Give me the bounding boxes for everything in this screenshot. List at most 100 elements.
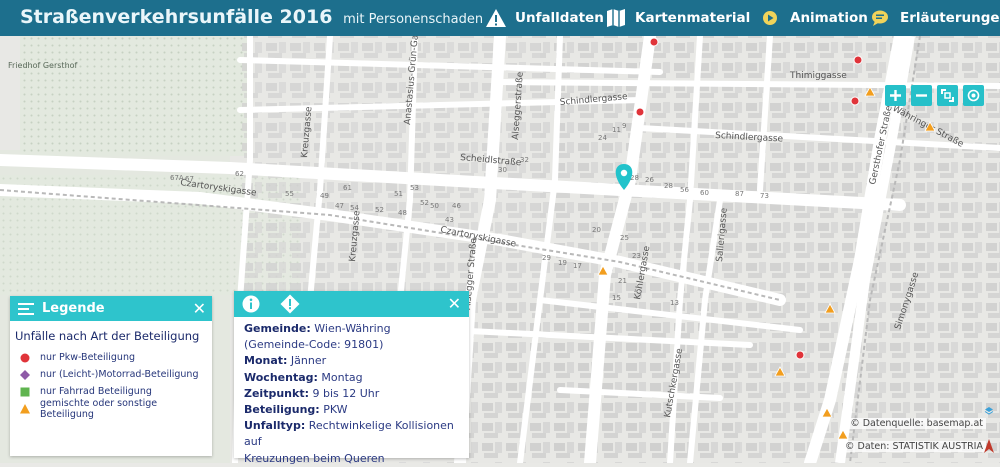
legend-item-label: gemischte oder sonstige Beteiligung	[40, 397, 158, 420]
speech-bubble-icon	[872, 10, 888, 26]
attribution-data[interactable]: © Daten: STATISTIK AUSTRIA	[841, 441, 986, 452]
accident-marker-pkw	[853, 55, 863, 65]
app-title-main: Straßenverkehrsunfälle 2016	[20, 6, 333, 28]
accident-marker-pkw	[795, 350, 805, 360]
pkw-circle-icon	[20, 353, 30, 363]
legend-header: Legende ✕	[10, 296, 212, 321]
plus-icon	[890, 90, 901, 101]
house-number: 11	[612, 126, 621, 134]
house-number: 53	[410, 184, 419, 192]
locate-icon	[967, 89, 980, 102]
house-number: 17	[573, 262, 582, 270]
cemetery-area	[20, 36, 250, 156]
house-number: 28	[664, 182, 673, 190]
info-row-beteiligung: Beteiligung: PKW	[244, 403, 348, 417]
fullscreen-icon	[941, 89, 954, 102]
house-number: 60	[700, 189, 709, 197]
fullscreen-button[interactable]	[937, 85, 958, 106]
nav-unfalldaten[interactable]: Unfalldaten	[485, 6, 604, 30]
house-number: 29	[542, 254, 551, 262]
house-number: 52	[375, 206, 384, 214]
warning-icon	[486, 9, 506, 27]
north-arrow-icon	[984, 439, 994, 453]
accident-marker-pkw	[635, 107, 645, 117]
place-label: Friedhof Gersthof	[8, 61, 78, 70]
house-number: 21	[618, 277, 627, 285]
locate-button[interactable]	[963, 85, 984, 106]
legend-list: nur Pkw-Beteiligung nur (Leicht-)Motorra…	[10, 349, 212, 420]
motorrad-diamond-icon	[20, 369, 30, 380]
nav-kartenmaterial[interactable]: Kartenmaterial	[605, 6, 750, 30]
app-title-subtitle: mit Personenschaden	[343, 12, 484, 27]
house-number: 20	[592, 226, 601, 234]
house-number: 50	[430, 202, 439, 210]
info-icon[interactable]	[242, 295, 260, 313]
house-number: 13	[670, 299, 679, 307]
mixed-triangle-icon	[20, 403, 30, 414]
nav-animation[interactable]: Animation	[762, 6, 868, 30]
top-bar: Straßenverkehrsunfälle 2016 mit Personen…	[0, 0, 1000, 36]
house-number: 52	[420, 199, 429, 207]
info-row-unfalltyp-cont: Kreuzungen beim Queren	[244, 451, 385, 465]
house-number: 67A	[170, 174, 184, 182]
legend-item-label: nur Pkw-Beteiligung	[40, 352, 136, 363]
house-number: 51	[394, 190, 403, 198]
house-number: 26	[645, 176, 654, 184]
nav-label: Animation	[790, 10, 868, 26]
legend-title: Legende	[42, 301, 105, 316]
house-number: 61	[343, 184, 352, 192]
house-number: 55	[285, 190, 294, 198]
legend-panel: Legende ✕ Unfälle nach Art der Beteiligu…	[10, 296, 212, 456]
list-icon	[18, 302, 34, 315]
info-close-button[interactable]: ✕	[448, 294, 461, 313]
info-row-gemeinde: Gemeinde: Wien-Währing	[244, 322, 391, 335]
attribution-basemap[interactable]: © Datenquelle: basemap.at	[847, 418, 986, 429]
layers-icon[interactable]	[984, 406, 994, 416]
warning-diamond-icon[interactable]	[280, 294, 300, 314]
nav-label: Unfalldaten	[515, 10, 604, 26]
accident-info-popup: ✕ Gemeinde: Wien-Währing (Gemeinde-Code:…	[234, 291, 469, 465]
house-number: 19	[558, 259, 567, 267]
house-number: 48	[398, 209, 407, 217]
legend-item: nur Pkw-Beteiligung	[10, 349, 212, 366]
house-number: 43	[445, 216, 454, 224]
legend-item: nur (Leicht-)Motorrad-Beteiligung	[10, 366, 212, 383]
zoom-in-button[interactable]	[885, 85, 906, 106]
accident-marker-pkw	[850, 96, 860, 106]
accident-marker-pkw	[649, 37, 659, 47]
house-number: 24	[598, 134, 607, 142]
legend-item: gemischte oder sonstige Beteiligung	[10, 397, 212, 420]
house-number: 47	[335, 202, 344, 210]
house-number: 15	[612, 294, 621, 302]
house-number: 87	[735, 190, 744, 198]
info-row-wochentag: Wochentag: Montag	[244, 370, 363, 384]
house-number: 30	[498, 166, 507, 174]
house-number: 25	[620, 234, 629, 242]
legend-item-label: nur (Leicht-)Motorrad-Beteiligung	[40, 369, 199, 380]
house-number: 56	[680, 186, 689, 194]
house-number: 67	[185, 175, 194, 183]
app-title: Straßenverkehrsunfälle 2016 mit Personen…	[20, 6, 483, 28]
place-labels: Friedhof Gersthof	[8, 61, 78, 70]
house-number: 46	[452, 202, 461, 210]
map-icon	[607, 9, 625, 27]
house-number: 9	[622, 122, 626, 130]
nav-erlaeuterungen[interactable]: Erläuterungen	[870, 6, 1000, 30]
house-number: 32	[520, 156, 529, 164]
info-row-unfalltyp: Unfalltyp: Rechtwinkelige Kollisionen au…	[244, 419, 454, 449]
legend-item-label: nur Fahrrad Beteiligung	[40, 386, 152, 397]
house-number: 49	[320, 192, 329, 200]
zoom-out-button[interactable]	[911, 85, 932, 106]
play-icon	[763, 11, 777, 25]
legend-section-title: Unfälle nach Art der Beteiligung	[15, 329, 200, 343]
minus-icon	[916, 94, 927, 97]
house-number: 54	[350, 204, 359, 212]
info-row-zeitpunkt: Zeitpunkt: 9 bis 12 Uhr	[244, 386, 380, 400]
info-header: ✕	[234, 291, 469, 317]
house-number: 62	[235, 170, 244, 178]
legend-close-button[interactable]: ✕	[193, 299, 206, 318]
info-body: Gemeinde: Wien-Währing (Gemeinde-Code: 9…	[234, 317, 469, 467]
nav-label: Kartenmaterial	[635, 10, 751, 26]
house-number: 73	[760, 192, 769, 200]
house-number: 23	[632, 252, 641, 260]
